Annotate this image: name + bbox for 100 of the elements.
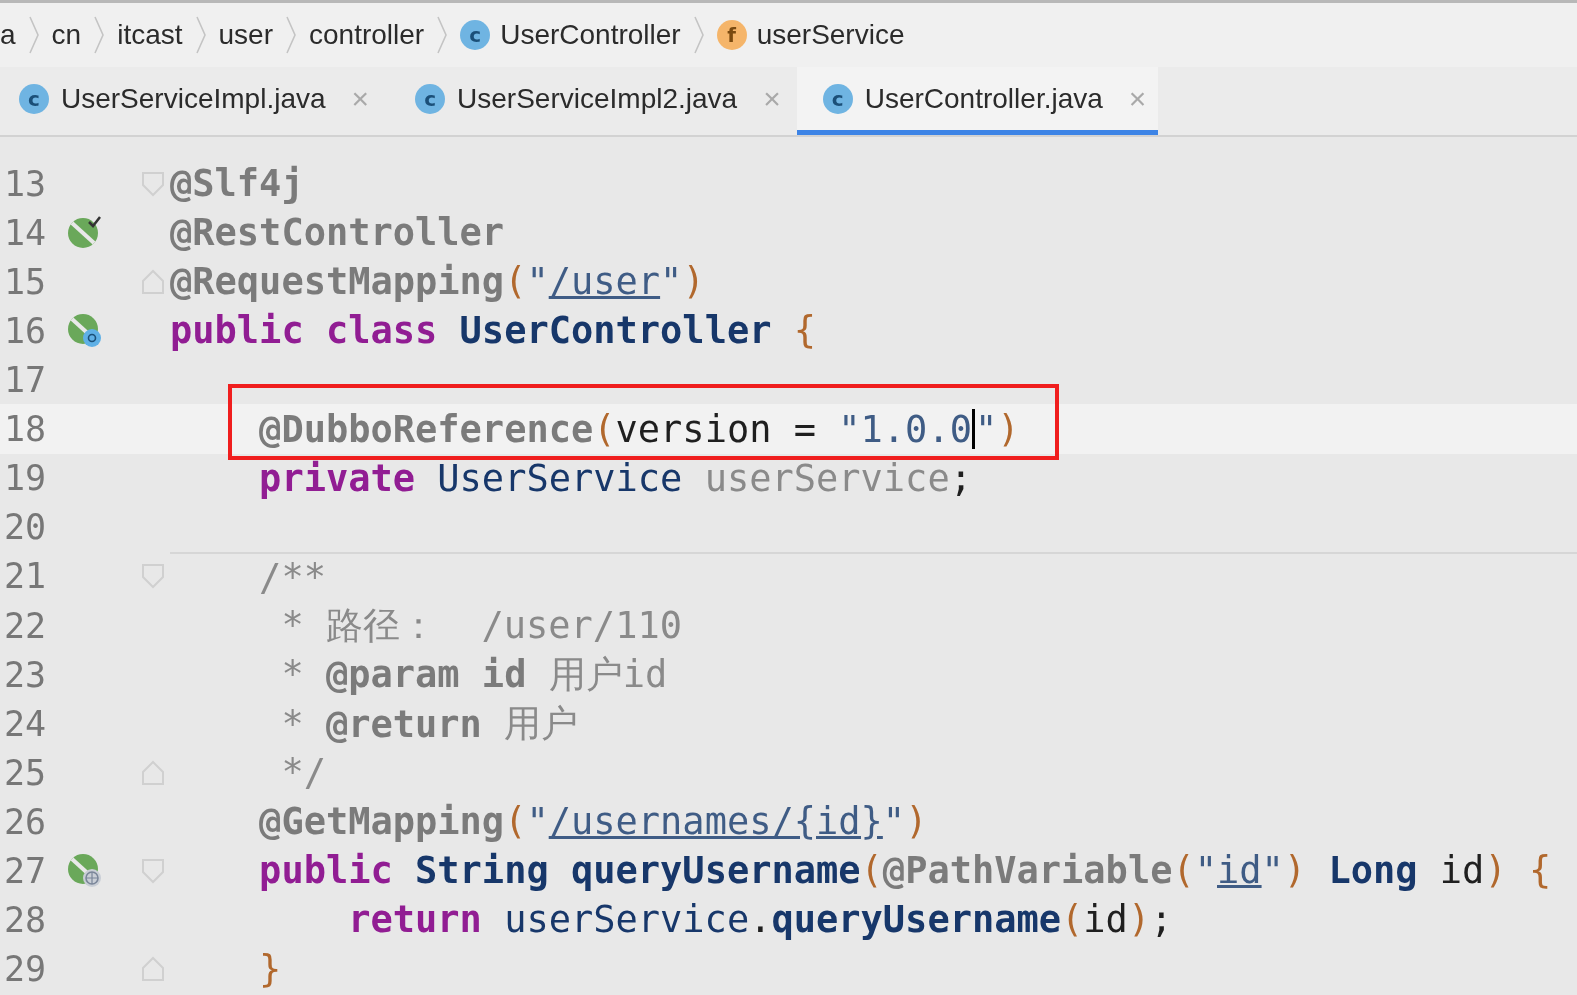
string-literal: " [882,800,906,844]
field-icon: f [716,20,747,50]
bracket: ) [997,407,1020,451]
type-name: UserService [437,456,684,500]
string-literal: " [660,260,683,304]
code-text: id [1083,898,1128,942]
comment-text: 用户id [547,651,668,698]
editor-tab[interactable]: c UserController.java × [796,67,1159,135]
comment-text: * [280,653,305,697]
method-name: queryUsername [771,898,1062,942]
string-literal: "1.0.0 [838,407,972,451]
line-number: 27 [3,850,48,891]
comment-text: * 路径： /user/110 [280,602,682,649]
line-number: 15 [3,261,48,302]
fold-marker-icon[interactable] [141,956,165,983]
bracket: ( [860,849,883,893]
doc-tag: @return [325,702,482,746]
comment-text: * [280,702,305,746]
code-text: ; [1150,898,1173,942]
line-number: 13 [3,163,48,204]
breadcrumb-item[interactable]: cn [51,21,82,49]
bracket: ( [1172,849,1195,893]
bracket: { [793,309,816,353]
bracket: ( [1061,898,1084,942]
bracket: } [258,947,282,991]
string-literal: " [526,260,549,304]
chevron-icon [436,15,449,55]
editor-tab[interactable]: c UserServiceImpl2.java × [411,67,793,135]
field-name: userService [704,456,950,500]
annotation: @GetMapping [258,800,505,844]
line-number: 14 [3,212,48,253]
annotation: @RequestMapping [170,260,505,304]
comment-text: /** [258,555,326,599]
line-number: 18 [3,409,48,449]
line-number: 19 [3,458,48,499]
line-number: 22 [3,605,48,646]
bracket: ( [504,800,527,844]
keyword: return [347,898,483,942]
breadcrumb-item[interactable]: itcast [117,21,183,49]
line-number: 23 [3,654,48,695]
keyword: private [258,456,417,500]
chevron-icon [285,15,297,55]
line-number: 24 [3,704,48,745]
string-literal: /usernames/{id} [548,800,883,844]
code-text: id [1439,849,1485,893]
annotation: @Slf4j [170,162,304,206]
line-number: 21 [3,556,48,597]
annotation: @PathVariable [882,849,1173,893]
comment-text: */ [280,751,326,795]
bean-icon[interactable] [67,312,103,349]
bracket: ) [1283,849,1308,893]
breadcrumb-item[interactable]: a [0,21,16,49]
code-text: ; [949,456,972,500]
breadcrumb-item[interactable]: UserController [500,21,681,49]
string-literal: id [1217,849,1262,893]
bean-icon[interactable] [67,214,103,251]
chevron-icon [692,15,705,55]
bracket: ( [504,260,527,304]
line-number: 26 [3,801,48,842]
bracket: ) [682,260,705,304]
keyword: public [258,849,394,893]
line-number: 29 [3,949,48,990]
fold-marker-icon[interactable] [141,857,165,884]
keyword: public class [170,309,439,353]
bracket: ) { [1484,849,1552,893]
fold-marker-icon[interactable] [141,170,165,197]
chevron-icon [27,15,40,55]
editor-tab[interactable]: c UserServiceImpl.java × [15,67,382,135]
string-literal: " [974,407,998,451]
line-number: 16 [3,310,48,351]
bracket: ) [905,800,928,844]
code-text: . [749,898,772,942]
type-name: Long [1328,849,1419,893]
field-name: userService [504,898,750,942]
line-number: 28 [3,899,48,940]
comment-text: 用户 [503,701,579,748]
breadcrumb-item[interactable]: controller [309,21,425,49]
class-icon: c [415,83,446,114]
class-icon: c [822,83,853,114]
class-icon: c [19,83,49,114]
doc-tag: @param id [325,653,527,697]
bracket: ( [593,407,616,451]
breadcrumb-item[interactable]: user [218,21,273,49]
type-name: UserController [459,309,773,353]
class-icon: c [460,20,491,50]
string-literal: /user [548,260,661,304]
fold-marker-icon[interactable] [141,268,165,295]
annotation: @RestController [170,211,505,255]
code-text: version = [615,407,817,451]
string-literal: " [526,800,549,844]
line-number: 25 [3,752,48,793]
fold-marker-icon[interactable] [141,759,165,786]
annotation: @DubboReference [258,407,594,451]
breadcrumb-item[interactable]: userService [756,21,905,49]
type-name: String [415,849,550,893]
string-literal: " [1194,849,1217,893]
fold-marker-icon[interactable] [141,563,165,590]
chevron-icon [93,15,106,55]
chevron-icon [194,15,207,55]
method-name: queryUsername [571,849,861,893]
